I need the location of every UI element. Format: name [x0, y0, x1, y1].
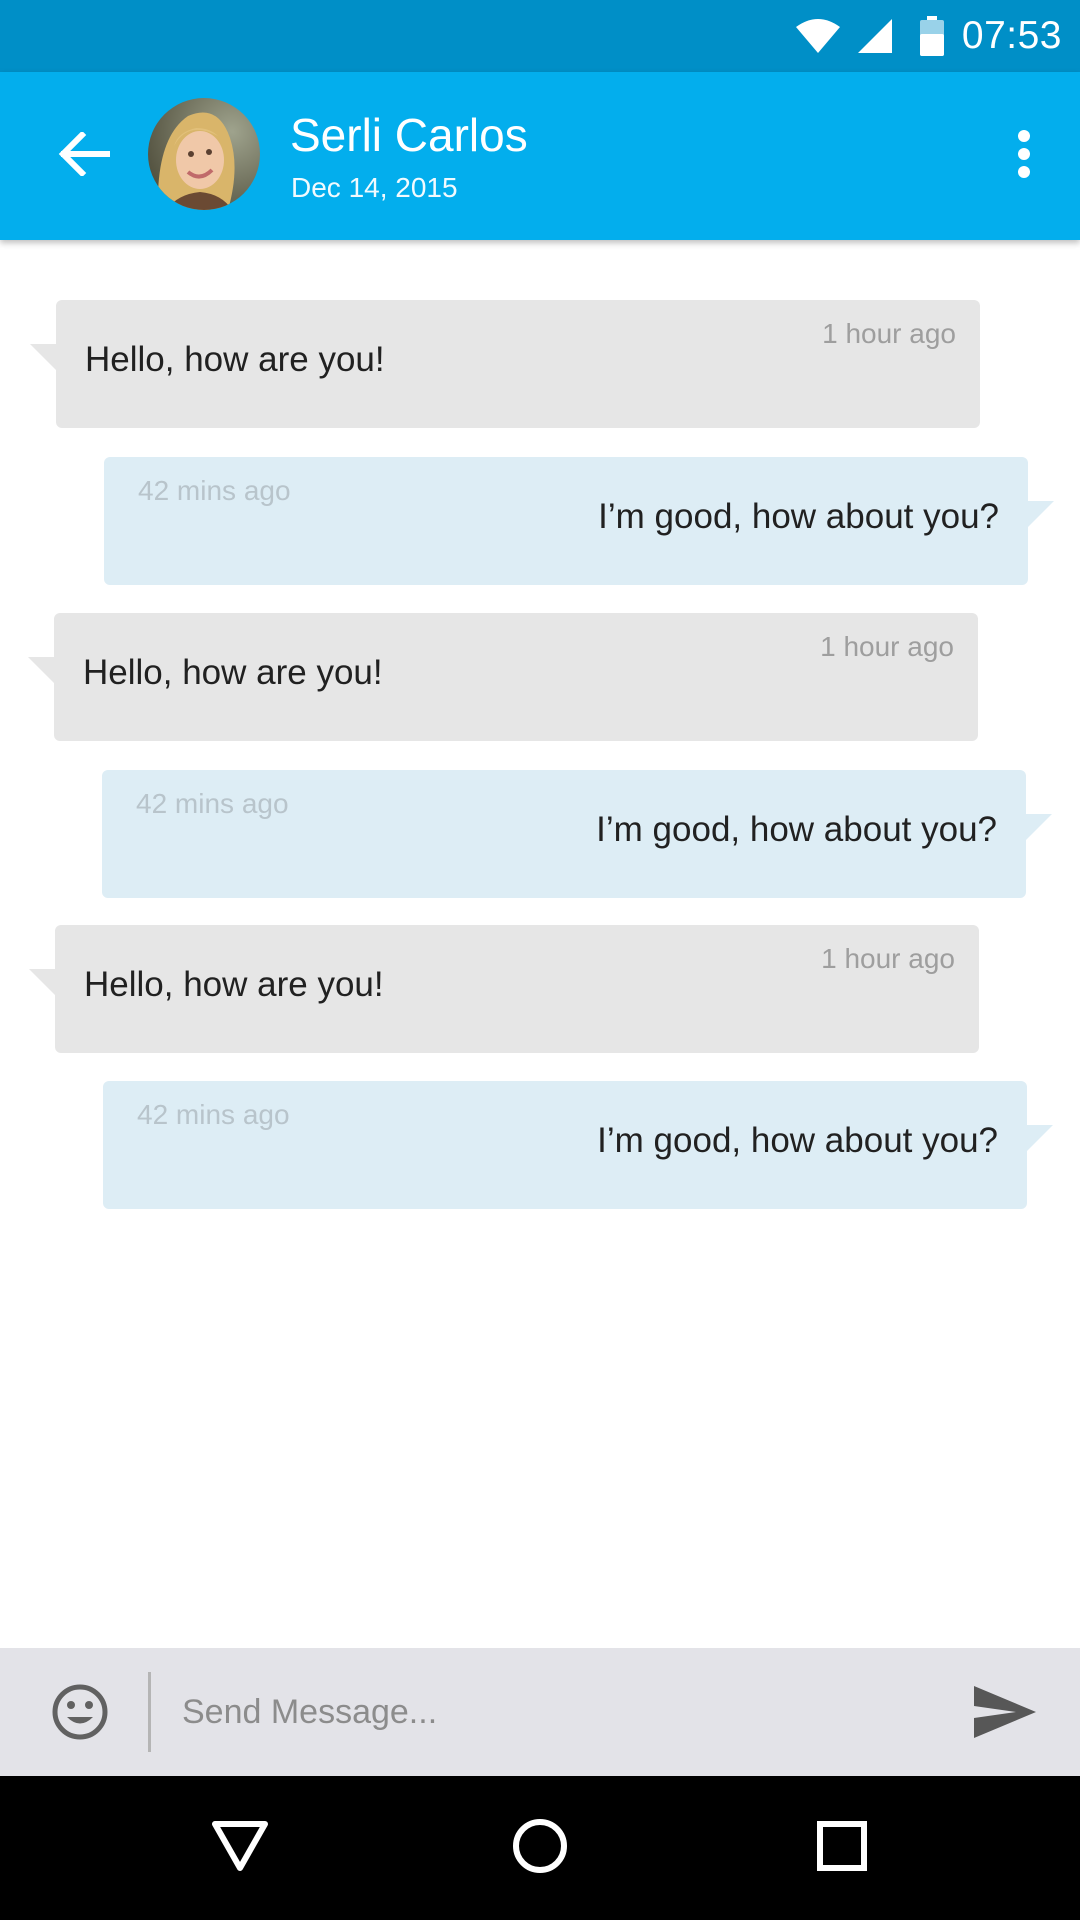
message-text: Hello, how are you!	[84, 965, 384, 1004]
bubble-tail	[30, 344, 56, 370]
arrow-back-icon	[58, 130, 111, 181]
emoji-icon	[50, 1684, 110, 1746]
message-bubble-outgoing[interactable]: 42 mins ago I’m good, how about you?	[104, 457, 1054, 585]
message-bubble-incoming[interactable]: 1 hour ago Hello, how are you!	[28, 613, 978, 741]
bubble-tail	[1028, 501, 1054, 527]
system-navigation-bar	[0, 1776, 1080, 1920]
nav-back-icon	[210, 1819, 270, 1878]
message-text: Hello, how are you!	[83, 653, 383, 692]
wifi-icon	[796, 0, 840, 72]
nav-home-button[interactable]	[508, 1818, 572, 1878]
back-button[interactable]	[48, 126, 120, 186]
bubble-tail	[1026, 814, 1052, 840]
message-text: I’m good, how about you?	[598, 497, 999, 536]
nav-home-icon	[511, 1817, 569, 1880]
nav-recents-icon	[816, 1820, 868, 1877]
message-timestamp: 42 mins ago	[136, 788, 289, 819]
cellular-signal-icon	[858, 0, 892, 72]
more-vert-icon	[1016, 129, 1032, 184]
message-bubble-incoming[interactable]: 1 hour ago Hello, how are you!	[29, 925, 979, 1053]
emoji-button[interactable]	[50, 1682, 110, 1742]
message-timestamp: 42 mins ago	[138, 475, 291, 506]
contact-photo	[148, 98, 260, 210]
message-text: Hello, how are you!	[85, 340, 385, 379]
message-bubble-outgoing[interactable]: 42 mins ago I’m good, how about you?	[103, 1081, 1053, 1209]
message-bubble-incoming[interactable]: 1 hour ago Hello, how are you!	[30, 300, 980, 428]
bubble-tail	[29, 969, 55, 995]
message-text: I’m good, how about you?	[596, 810, 997, 849]
message-timestamp: 1 hour ago	[821, 943, 955, 974]
bubble-tail	[1027, 1125, 1053, 1151]
battery-icon	[920, 0, 944, 72]
input-divider	[148, 1672, 151, 1752]
status-time: 07:53	[961, 14, 1062, 57]
message-composer	[0, 1648, 1080, 1776]
message-input[interactable]	[170, 1672, 954, 1752]
bubble-tail	[28, 657, 54, 683]
send-button[interactable]	[970, 1682, 1040, 1742]
avatar[interactable]	[148, 98, 260, 210]
message-timestamp: 1 hour ago	[822, 318, 956, 349]
send-icon	[970, 1686, 1040, 1746]
nav-back-button[interactable]	[208, 1818, 272, 1878]
more-options-button[interactable]	[992, 120, 1056, 192]
message-timestamp: 42 mins ago	[137, 1099, 290, 1130]
status-bar: 07:53	[0, 0, 1080, 72]
contact-name: Serli Carlos	[290, 109, 528, 161]
conversation-header: Serli Carlos Dec 14, 2015	[0, 72, 1080, 240]
nav-recents-button[interactable]	[810, 1818, 874, 1878]
message-text: I’m good, how about you?	[597, 1121, 998, 1160]
message-bubble-outgoing[interactable]: 42 mins ago I’m good, how about you?	[102, 770, 1052, 898]
conversation-date: Dec 14, 2015	[291, 172, 458, 203]
message-timestamp: 1 hour ago	[820, 631, 954, 662]
message-list[interactable]: 1 hour ago Hello, how are you! 42 mins a…	[0, 240, 1080, 1648]
